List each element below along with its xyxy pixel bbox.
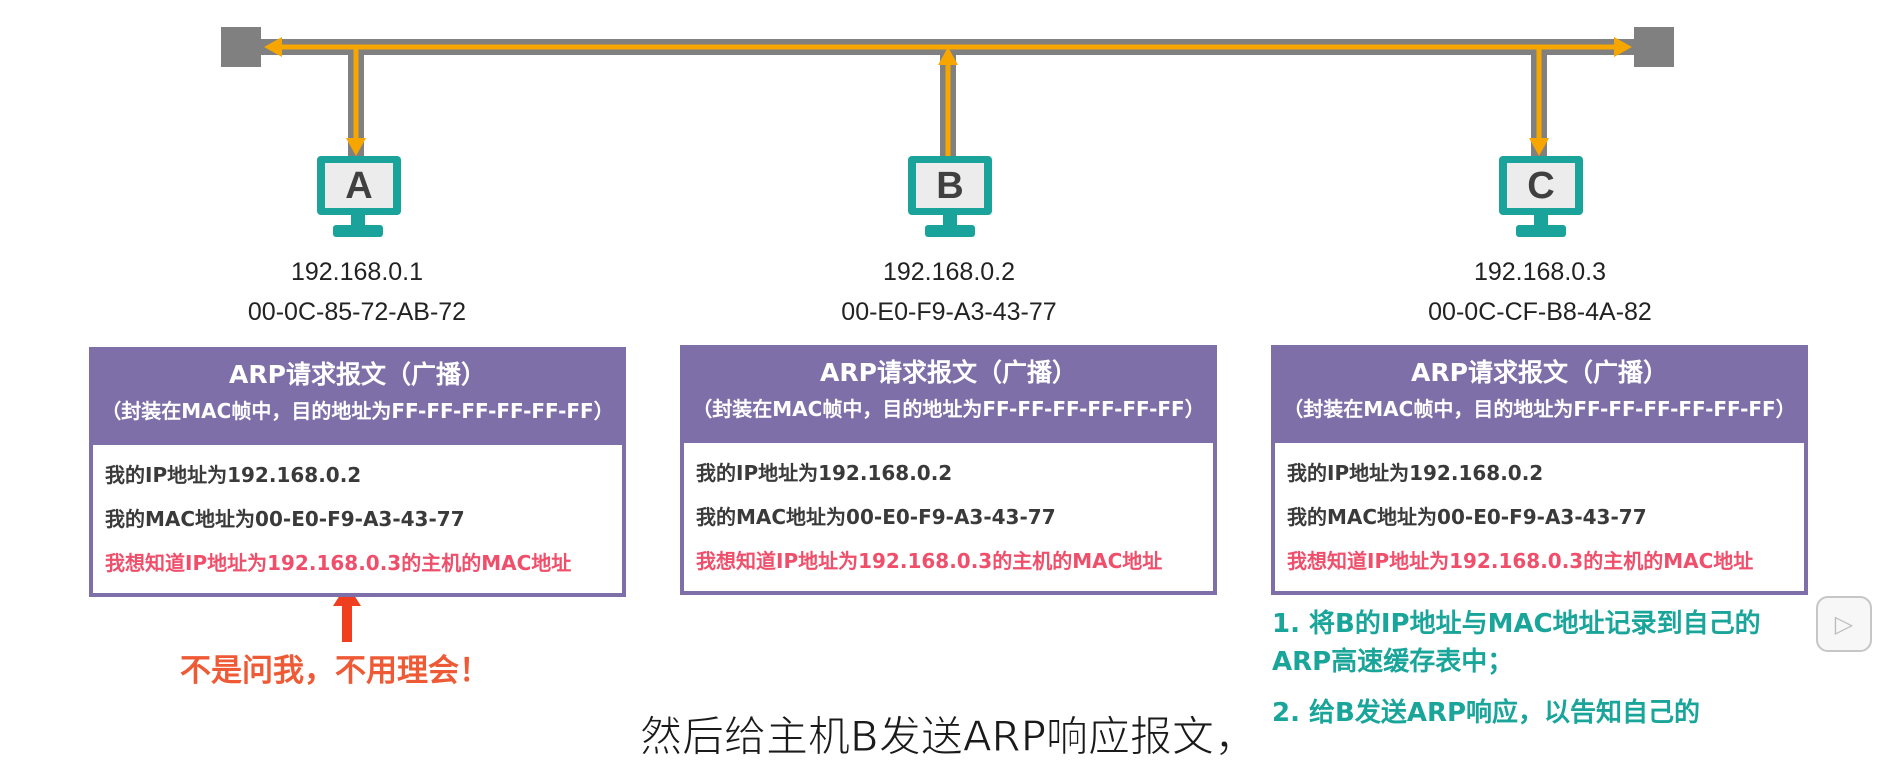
- card-subtitle: （封装在MAC帧中，目的地址为FF-FF-FF-FF-FF-FF）: [101, 399, 614, 423]
- host-a-mac: 00-0C-85-72-AB-72: [247, 298, 467, 326]
- card-body: 我的IP地址为192.168.0.2 我的MAC地址为00-E0-F9-A3-4…: [1275, 443, 1804, 591]
- target-query-line: 我想知道IP地址为192.168.0.3的主机的MAC地址: [696, 549, 1163, 573]
- host-c-mac: 00-0C-CF-B8-4A-82: [1428, 298, 1652, 326]
- host-b-label: B: [936, 165, 963, 207]
- video-subtitle: 然后给主机B发送ARP响应报文，: [639, 712, 1257, 762]
- card-header: ARP请求报文（广播） （封装在MAC帧中，目的地址为FF-FF-FF-FF-F…: [680, 345, 1217, 443]
- play-button[interactable]: ▷: [1816, 596, 1872, 652]
- sender-mac-line: 我的MAC地址为00-E0-F9-A3-43-77: [1287, 505, 1647, 529]
- play-icon: ▷: [1834, 610, 1854, 638]
- arp-request-card-b: ARP请求报文（广播） （封装在MAC帧中，目的地址为FF-FF-FF-FF-F…: [680, 345, 1217, 595]
- host-a-label: A: [345, 165, 372, 207]
- card-subtitle: （封装在MAC帧中，目的地址为FF-FF-FF-FF-FF-FF）: [1283, 397, 1796, 421]
- host-a-ignore-note: 不是问我，不用理会！: [180, 653, 490, 689]
- host-a-addresses: 192.168.0.1 00-0C-85-72-AB-72: [177, 252, 537, 332]
- host-b-addresses: 192.168.0.2 00-E0-F9-A3-43-77: [769, 252, 1129, 332]
- host-c-step2: 2. 给B发送ARP响应，以告知自己的: [1272, 698, 1701, 728]
- arp-request-card-c: ARP请求报文（广播） （封装在MAC帧中，目的地址为FF-FF-FF-FF-F…: [1271, 345, 1808, 595]
- host-c-label: C: [1527, 165, 1554, 207]
- target-query-line: 我想知道IP地址为192.168.0.3的主机的MAC地址: [105, 551, 572, 575]
- target-query-line: 我想知道IP地址为192.168.0.3的主机的MAC地址: [1287, 549, 1754, 573]
- computer-b-icon: B: [908, 156, 992, 237]
- card-subtitle: （封装在MAC帧中，目的地址为FF-FF-FF-FF-FF-FF）: [692, 397, 1205, 421]
- host-b-mac: 00-E0-F9-A3-43-77: [841, 298, 1057, 326]
- sender-ip-line: 我的IP地址为192.168.0.2: [1287, 461, 1544, 485]
- sender-mac-line: 我的MAC地址为00-E0-F9-A3-43-77: [105, 507, 465, 531]
- host-c-step1-line1: 1. 将B的IP地址与MAC地址记录到自己的: [1272, 609, 1761, 639]
- sender-mac-line: 我的MAC地址为00-E0-F9-A3-43-77: [696, 505, 1056, 529]
- card-header: ARP请求报文（广播） （封装在MAC帧中，目的地址为FF-FF-FF-FF-F…: [1271, 345, 1808, 443]
- card-title: ARP请求报文（广播）: [1411, 358, 1668, 387]
- card-body: 我的IP地址为192.168.0.2 我的MAC地址为00-E0-F9-A3-4…: [93, 445, 622, 593]
- sender-ip-line: 我的IP地址为192.168.0.2: [696, 461, 953, 485]
- card-title: ARP请求报文（广播）: [820, 358, 1077, 387]
- host-c-ip: 192.168.0.3: [1473, 258, 1607, 286]
- card-title: ARP请求报文（广播）: [229, 360, 486, 389]
- card-header: ARP请求报文（广播） （封装在MAC帧中，目的地址为FF-FF-FF-FF-F…: [89, 347, 626, 445]
- host-c-addresses: 192.168.0.3 00-0C-CF-B8-4A-82: [1360, 252, 1720, 332]
- computer-a-icon: A: [317, 156, 401, 237]
- card-body: 我的IP地址为192.168.0.2 我的MAC地址为00-E0-F9-A3-4…: [684, 443, 1213, 591]
- host-b-ip: 192.168.0.2: [882, 258, 1016, 286]
- arp-request-card-a: ARP请求报文（广播） （封装在MAC帧中，目的地址为FF-FF-FF-FF-F…: [89, 347, 626, 597]
- sender-ip-line: 我的IP地址为192.168.0.2: [105, 463, 362, 487]
- host-a-ip: 192.168.0.1: [290, 258, 424, 286]
- host-c-step1-line2: ARP高速缓存表中；: [1272, 647, 1514, 677]
- computer-c-icon: C: [1499, 156, 1583, 237]
